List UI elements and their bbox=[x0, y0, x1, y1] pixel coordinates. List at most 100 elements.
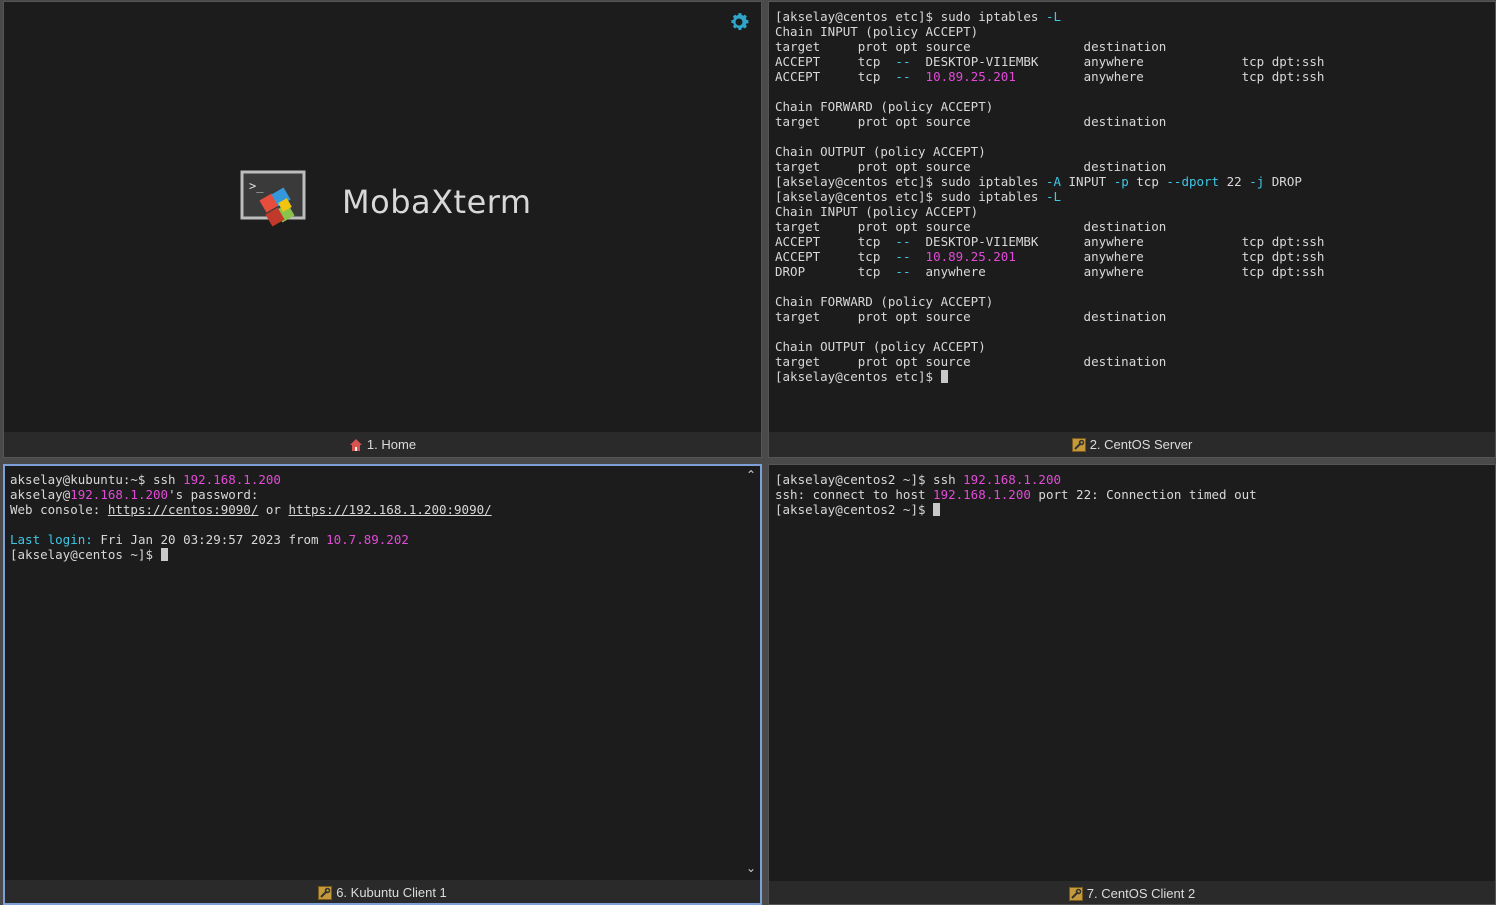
terminal-line: [akselay@centos etc]$ bbox=[775, 369, 1475, 384]
svg-text:>_: >_ bbox=[249, 179, 264, 193]
terminal-text: DESKTOP-VI1EMBK anywhere tcp dpt:ssh bbox=[910, 234, 1325, 249]
terminal-text: -j bbox=[1249, 174, 1265, 189]
terminal-line: Chain INPUT (policy ACCEPT) bbox=[775, 204, 1475, 219]
terminal-text: ssh: connect to host bbox=[775, 487, 934, 502]
terminal-text: DROP tcp bbox=[775, 264, 896, 279]
centos-client2-pane[interactable]: [akselay@centos2 ~]$ ssh 192.168.1.200 ss… bbox=[768, 464, 1496, 905]
wrench-icon bbox=[1071, 437, 1086, 452]
terminal-text: -- bbox=[895, 234, 911, 249]
terminal-line: [akselay@centos2 ~]$ ssh 192.168.1.200 bbox=[775, 472, 1475, 487]
terminal-text: --dport bbox=[1166, 174, 1220, 189]
terminal-text: DROP bbox=[1264, 174, 1302, 189]
terminal-text: INPUT bbox=[1061, 174, 1114, 189]
terminal-text: anywhere anywhere tcp dpt:ssh bbox=[910, 264, 1325, 279]
terminal-text: -p bbox=[1113, 174, 1129, 189]
terminal-logo-icon: >_ bbox=[240, 170, 306, 227]
terminal-line: ssh: connect to host 192.168.1.200 port … bbox=[775, 487, 1475, 502]
terminal-line: target prot opt source destination bbox=[775, 114, 1475, 129]
terminal-text: DESKTOP-VI1EMBK anywhere tcp dpt:ssh bbox=[910, 54, 1325, 69]
terminal-text: Chain FORWARD (policy ACCEPT) bbox=[775, 99, 994, 114]
terminal-line: akselay@kubuntu:~$ ssh 192.168.1.200 bbox=[10, 472, 740, 487]
pane-footer-kubuntu-client[interactable]: 6. Kubuntu Client 1 bbox=[5, 880, 760, 903]
terminal-text: 22 bbox=[1219, 174, 1250, 189]
terminal-line: [akselay@centos etc]$ sudo iptables -A I… bbox=[775, 174, 1475, 189]
terminal-text: tcp bbox=[1128, 174, 1167, 189]
chevron-down-icon[interactable]: ⌄ bbox=[746, 861, 756, 875]
terminal-text: [akselay@centos etc]$ sudo iptables bbox=[775, 174, 1046, 189]
terminal-line: [akselay@centos etc]$ sudo iptables -L bbox=[775, 9, 1475, 24]
pane-footer-centos-client2[interactable]: 7. CentOS Client 2 bbox=[769, 881, 1495, 904]
ip-address: 192.168.1.200 bbox=[963, 472, 1061, 487]
pane-footer-centos-server[interactable]: 2. CentOS Server bbox=[769, 432, 1495, 457]
terminal-line: DROP tcp -- anywhere anywhere tcp dpt:ss… bbox=[775, 264, 1475, 279]
terminal-line: Chain OUTPUT (policy ACCEPT) bbox=[775, 339, 1475, 354]
terminal-text: https://192.168.1.200:9090/ bbox=[288, 502, 492, 517]
terminal-text: Web console: bbox=[10, 502, 108, 517]
terminal-line: Chain INPUT (policy ACCEPT) bbox=[775, 24, 1475, 39]
terminal-text: ACCEPT tcp bbox=[775, 69, 896, 84]
terminal-line: [akselay@centos ~]$ bbox=[10, 547, 740, 562]
logo-text: MobaXterm bbox=[342, 183, 532, 221]
house-icon bbox=[349, 438, 362, 451]
terminal-text: target prot opt source destination bbox=[775, 159, 1167, 174]
terminal-text: target prot opt source destination bbox=[775, 354, 1167, 369]
ip-address: 10.89.25.201 bbox=[925, 69, 1016, 84]
terminal-text: Chain INPUT (policy ACCEPT) bbox=[775, 204, 979, 219]
terminal-text: Chain OUTPUT (policy ACCEPT) bbox=[775, 339, 986, 354]
terminal-line: ACCEPT tcp -- DESKTOP-VI1EMBK anywhere t… bbox=[775, 234, 1475, 249]
terminal-line: target prot opt source destination bbox=[775, 309, 1475, 324]
ip-address: 10.7.89.202 bbox=[326, 532, 409, 547]
terminal-text: anywhere tcp dpt:ssh bbox=[1015, 69, 1325, 84]
terminal-text: ACCEPT tcp bbox=[775, 249, 896, 264]
wrench-icon bbox=[318, 885, 333, 900]
terminal-text: -- bbox=[895, 54, 911, 69]
terminal-text: Chain INPUT (policy ACCEPT) bbox=[775, 24, 979, 39]
terminal-line: ACCEPT tcp -- 10.89.25.201 anywhere tcp … bbox=[775, 69, 1475, 84]
pane-title: 2. CentOS Server bbox=[1089, 437, 1193, 452]
terminal-text: Last login: bbox=[10, 532, 93, 547]
pane-title: 1. Home bbox=[366, 437, 417, 452]
chevron-up-icon[interactable]: ⌃ bbox=[746, 468, 756, 482]
terminal-cursor bbox=[940, 370, 948, 383]
terminal-text: target prot opt source destination bbox=[775, 309, 1167, 324]
terminal-text: port 22: Connection timed out bbox=[1030, 487, 1257, 502]
terminal-line: Last login: Fri Jan 20 03:29:57 2023 fro… bbox=[10, 532, 740, 547]
pane-title: 6. Kubuntu Client 1 bbox=[336, 885, 447, 900]
ip-address: 10.89.25.201 bbox=[925, 249, 1016, 264]
gear-icon[interactable] bbox=[727, 10, 751, 34]
home-pane[interactable]: >_ MobaXterm 1. Home bbox=[3, 1, 762, 458]
kubuntu-client-pane[interactable]: akselay@kubuntu:~$ ssh 192.168.1.200 akse… bbox=[3, 464, 762, 905]
terminal-output[interactable]: [akselay@centos2 ~]$ ssh 192.168.1.200 ss… bbox=[775, 472, 1475, 517]
terminal-text: Chain FORWARD (policy ACCEPT) bbox=[775, 294, 994, 309]
ip-address: 192.168.1.200 bbox=[933, 487, 1031, 502]
pane-title: 7. CentOS Client 2 bbox=[1086, 886, 1196, 901]
terminal-line: ACCEPT tcp -- 10.89.25.201 anywhere tcp … bbox=[775, 249, 1475, 264]
terminal-text: -- bbox=[895, 249, 911, 264]
terminal-cursor bbox=[933, 503, 941, 516]
terminal-line: ACCEPT tcp -- DESKTOP-VI1EMBK anywhere t… bbox=[775, 54, 1475, 69]
terminal-text: -L bbox=[1045, 9, 1061, 24]
terminal-output[interactable]: [akselay@centos etc]$ sudo iptables -L Ch… bbox=[775, 9, 1475, 384]
terminal-text: [akselay@centos etc]$ sudo iptables bbox=[775, 189, 1046, 204]
pane-footer-home[interactable]: 1. Home bbox=[4, 432, 761, 457]
terminal-line: Chain FORWARD (policy ACCEPT) bbox=[775, 99, 1475, 114]
terminal-line: Chain FORWARD (policy ACCEPT) bbox=[775, 294, 1475, 309]
terminal-line: akselay@192.168.1.200's password: bbox=[10, 487, 740, 502]
terminal-line: Chain OUTPUT (policy ACCEPT) bbox=[775, 144, 1475, 159]
terminal-text: or bbox=[258, 502, 289, 517]
terminal-line: [akselay@centos etc]$ sudo iptables -L bbox=[775, 189, 1475, 204]
terminal-text: -L bbox=[1045, 189, 1061, 204]
terminal-output[interactable]: akselay@kubuntu:~$ ssh 192.168.1.200 akse… bbox=[10, 472, 740, 562]
terminal-cursor bbox=[160, 548, 168, 561]
centos-server-pane[interactable]: [akselay@centos etc]$ sudo iptables -L Ch… bbox=[768, 1, 1496, 458]
terminal-text: target prot opt source destination bbox=[775, 114, 1167, 129]
terminal-text: -- bbox=[895, 264, 911, 279]
terminal-text: Chain OUTPUT (policy ACCEPT) bbox=[775, 144, 986, 159]
terminal-text: target prot opt source destination bbox=[775, 219, 1167, 234]
terminal-line: target prot opt source destination bbox=[775, 159, 1475, 174]
